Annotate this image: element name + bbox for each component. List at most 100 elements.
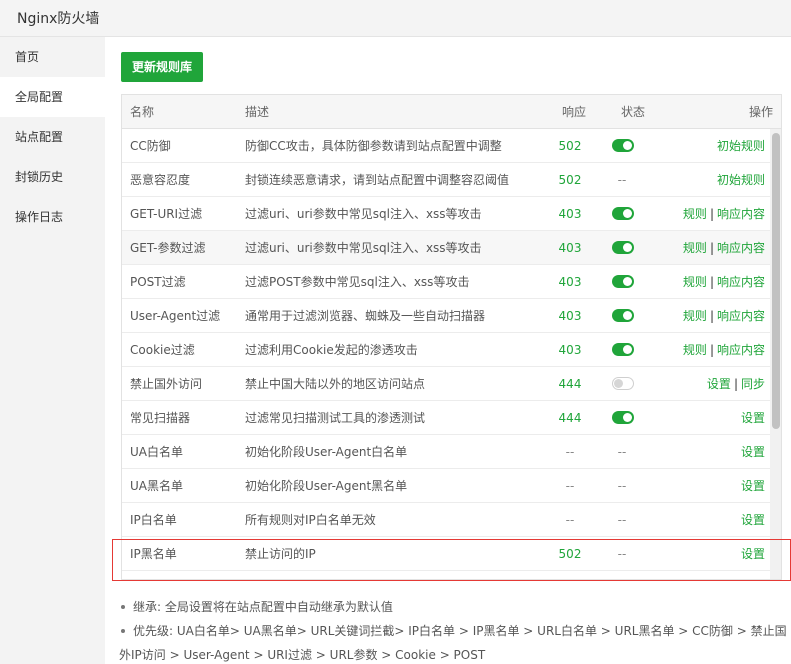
table-row: User-Agent过滤 通常用于过滤浏览器、蜘蛛及一些自动扫描器 403 规则 | 响应…: [122, 299, 781, 333]
op-link[interactable]: 响应内容: [717, 275, 765, 289]
rule-state: --: [617, 173, 627, 187]
rule-desc: 防御CC攻击，具体防御参数请到站点配置中调整: [245, 139, 502, 153]
header-name: 名称: [130, 105, 155, 119]
rule-response: 403: [558, 309, 582, 323]
op-link[interactable]: 设置: [741, 411, 765, 425]
sidebar-item-operation-log[interactable]: 操作日志: [0, 197, 105, 237]
rule-response: --: [565, 513, 575, 527]
rules-table: 名称 描述 响应 状态 操作 CC防御 防御CC攻击，具体防御参数请到站点配置中调…: [121, 94, 782, 580]
op-separator: |: [709, 207, 714, 221]
rule-ops: 初始规则: [717, 129, 765, 163]
rule-name: IP白名单: [130, 513, 177, 527]
note-text: 继承: 全局设置将在站点配置中自动继承为默认值: [133, 600, 393, 614]
toggle-knob: [623, 209, 632, 218]
rule-desc: 所有规则对IP白名单无效: [245, 513, 376, 527]
table-row: GET-参数过滤 过滤uri、uri参数中常见sql注入、xss等攻击 403 规则 |…: [122, 231, 781, 265]
table-row: Cookie过滤 过滤利用Cookie发起的渗透攻击 403 规则 | 响应内容: [122, 333, 781, 367]
op-link[interactable]: 规则: [683, 241, 707, 255]
table-header: 名称 描述 响应 状态 操作: [122, 95, 781, 129]
sidebar-item-home[interactable]: 首页: [0, 37, 105, 77]
op-link[interactable]: 设置: [741, 479, 765, 493]
table-row: CC防御 防御CC攻击，具体防御参数请到站点配置中调整 502 初始规则: [122, 129, 781, 163]
window-title: Nginx防火墙: [17, 11, 100, 27]
op-separator: |: [709, 241, 714, 255]
rule-name: 禁止国外访问: [130, 377, 203, 391]
rule-name: POST过滤: [130, 275, 186, 289]
main-content: 更新规则库 名称 描述 响应 状态 操作 CC防御 防御CC攻击，具体防御参数请到…: [105, 37, 791, 664]
op-link[interactable]: 规则: [683, 309, 707, 323]
rule-response: 403: [558, 343, 582, 357]
rule-response: 403: [558, 241, 582, 255]
rule-response: 444: [558, 377, 582, 391]
table-row: IP白名单 所有规则对IP白名单无效 -- -- 设置: [122, 503, 781, 537]
rule-toggle[interactable]: [612, 309, 634, 322]
rule-response: 403: [558, 207, 582, 221]
rule-desc: 初始化阶段User-Agent白名单: [245, 445, 408, 459]
rule-ops: 设置: [741, 435, 765, 469]
notes-list: 继承: 全局设置将在站点配置中自动继承为默认值 优先级: UA白名单> UA黑名…: [119, 595, 789, 664]
rule-ops: 规则 | 响应内容: [683, 299, 765, 333]
rule-ops: 初始规则: [717, 163, 765, 197]
rule-desc: 禁止中国大陆以外的地区访问站点: [245, 377, 426, 391]
table-body: CC防御 防御CC攻击，具体防御参数请到站点配置中调整 502 初始规则 恶意容忍度 封锁…: [122, 129, 781, 571]
rule-name: UA白名单: [130, 445, 183, 459]
rule-response: 444: [558, 411, 582, 425]
op-separator: |: [709, 275, 714, 289]
rule-response: 502: [558, 139, 582, 153]
note-priority: 优先级: UA白名单> UA黑名单> URL关键词拦截> IP白名单 > IP黑…: [119, 619, 789, 664]
scrollbar-thumb[interactable]: [772, 133, 780, 429]
op-link[interactable]: 规则: [683, 275, 707, 289]
rule-toggle[interactable]: [612, 377, 634, 390]
op-link[interactable]: 响应内容: [717, 309, 765, 323]
sidebar-item-site-config[interactable]: 站点配置: [0, 117, 105, 157]
op-link[interactable]: 响应内容: [717, 241, 765, 255]
rule-name: 恶意容忍度: [130, 173, 191, 187]
table-row: UA白名单 初始化阶段User-Agent白名单 -- -- 设置: [122, 435, 781, 469]
rule-toggle[interactable]: [612, 411, 634, 424]
rule-name: IP黑名单: [130, 547, 177, 561]
table-row: 常见扫描器 过滤常见扫描测试工具的渗透测试 444 设置: [122, 401, 781, 435]
rule-toggle[interactable]: [612, 139, 634, 152]
op-link[interactable]: 初始规则: [717, 139, 765, 153]
rule-toggle[interactable]: [612, 275, 634, 288]
update-rules-button[interactable]: 更新规则库: [121, 52, 203, 82]
header-response: 响应: [562, 105, 587, 119]
table-scrollbar[interactable]: [770, 129, 781, 579]
rule-ops: 设置: [741, 537, 765, 571]
op-link[interactable]: 初始规则: [717, 173, 765, 187]
op-separator: |: [709, 343, 714, 357]
rule-ops: 设置: [741, 469, 765, 503]
note-text: 优先级: UA白名单> UA黑名单> URL关键词拦截> IP白名单 > IP黑…: [133, 624, 787, 638]
rule-toggle[interactable]: [612, 207, 634, 220]
op-link[interactable]: 同步: [741, 377, 765, 391]
sidebar-item-block-history[interactable]: 封锁历史: [0, 157, 105, 197]
op-link[interactable]: 规则: [683, 343, 707, 357]
rule-response: 403: [558, 275, 582, 289]
header-state: 状态: [621, 105, 646, 119]
rule-desc: 封锁连续恶意请求，请到站点配置中调整容忍阈值: [245, 173, 510, 187]
op-link[interactable]: 设置: [707, 377, 731, 391]
rule-ops: 设置: [741, 401, 765, 435]
header-ops: 操作: [748, 105, 773, 119]
rule-ops: 设置: [741, 503, 765, 537]
rule-desc: 过滤POST参数中常见sql注入、xss等攻击: [245, 275, 470, 289]
sidebar: 首页 全局配置 站点配置 封锁历史 操作日志: [0, 37, 105, 664]
op-link[interactable]: 设置: [741, 445, 765, 459]
sidebar-item-global-config[interactable]: 全局配置: [0, 77, 105, 117]
op-link[interactable]: 规则: [683, 207, 707, 221]
rule-name: CC防御: [130, 139, 171, 153]
op-link[interactable]: 设置: [741, 513, 765, 527]
rule-name: 常见扫描器: [130, 411, 191, 425]
rule-name: User-Agent过滤: [130, 309, 221, 323]
rule-name: Cookie过滤: [130, 343, 195, 357]
rule-ops: 规则 | 响应内容: [683, 265, 765, 299]
rule-state: --: [617, 445, 627, 459]
rule-state: --: [617, 513, 627, 527]
rule-desc: 初始化阶段User-Agent黑名单: [245, 479, 408, 493]
toggle-knob: [623, 141, 632, 150]
op-link[interactable]: 响应内容: [717, 343, 765, 357]
op-link[interactable]: 设置: [741, 547, 765, 561]
op-link[interactable]: 响应内容: [717, 207, 765, 221]
rule-toggle[interactable]: [612, 343, 634, 356]
rule-toggle[interactable]: [612, 241, 634, 254]
